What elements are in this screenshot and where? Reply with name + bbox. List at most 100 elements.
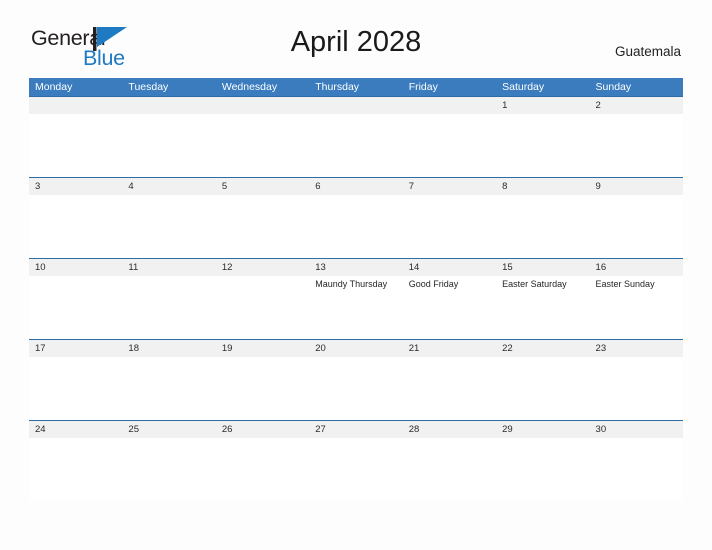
- day-number[interactable]: [122, 97, 215, 114]
- day-number[interactable]: 17: [29, 340, 122, 357]
- weekday-header-sunday: Sunday: [595, 81, 632, 93]
- day-number[interactable]: 20: [309, 340, 402, 357]
- day-events[interactable]: [122, 357, 215, 420]
- day-number[interactable]: 5: [216, 178, 309, 195]
- day-events[interactable]: Easter Sunday: [590, 276, 683, 339]
- day-events[interactable]: [29, 195, 122, 258]
- day-number[interactable]: 22: [496, 340, 589, 357]
- day-events[interactable]: [29, 357, 122, 420]
- weekday-header-wednesday: Wednesday: [221, 81, 278, 93]
- day-events[interactable]: [122, 276, 215, 339]
- day-events[interactable]: [309, 357, 402, 420]
- week-row: 24 25 26 27 28 29 30: [29, 420, 683, 501]
- day-number[interactable]: [309, 97, 402, 114]
- day-events[interactable]: [496, 438, 589, 501]
- page-title: April 2028: [290, 26, 422, 58]
- week-date-strip: 10 11 12 13 14 15 16: [29, 259, 683, 276]
- day-number[interactable]: 27: [309, 421, 402, 438]
- day-number[interactable]: 15: [496, 259, 589, 276]
- day-events[interactable]: [216, 357, 309, 420]
- page-header: General Blue April 2028 Guatemala: [0, 0, 712, 69]
- holiday-event-label: Maundy Thursday: [315, 279, 388, 289]
- day-events[interactable]: [590, 438, 683, 501]
- weekday-header-thursday: Thursday: [315, 81, 360, 93]
- day-events[interactable]: [29, 114, 122, 177]
- day-events[interactable]: [403, 114, 496, 177]
- day-events[interactable]: [590, 357, 683, 420]
- week-event-area: [29, 195, 683, 258]
- week-date-strip: 24 25 26 27 28 29 30: [29, 421, 683, 438]
- day-number[interactable]: 19: [216, 340, 309, 357]
- week-row: 17 18 19 20 21 22 23: [29, 339, 683, 420]
- day-number[interactable]: 26: [216, 421, 309, 438]
- weekday-header-row: Monday Tuesday Wednesday Thursday Friday…: [29, 78, 683, 96]
- day-events[interactable]: [403, 195, 496, 258]
- day-number[interactable]: 23: [590, 340, 683, 357]
- weekday-header-tuesday: Tuesday: [128, 81, 169, 93]
- holiday-event-label: Easter Sunday: [595, 279, 655, 289]
- country-label: Guatemala: [614, 44, 681, 59]
- day-number[interactable]: 16: [590, 259, 683, 276]
- day-events[interactable]: [216, 195, 309, 258]
- day-number[interactable]: 18: [122, 340, 215, 357]
- day-events[interactable]: [309, 114, 402, 177]
- day-events[interactable]: [590, 114, 683, 177]
- day-events[interactable]: Easter Saturday: [496, 276, 589, 339]
- day-events[interactable]: [216, 438, 309, 501]
- week-event-area: [29, 114, 683, 177]
- week-date-strip: 17 18 19 20 21 22 23: [29, 340, 683, 357]
- week-event-area: [29, 438, 683, 501]
- day-events[interactable]: [122, 438, 215, 501]
- day-number[interactable]: 10: [29, 259, 122, 276]
- day-number[interactable]: 7: [403, 178, 496, 195]
- day-number[interactable]: 28: [403, 421, 496, 438]
- day-number[interactable]: 12: [216, 259, 309, 276]
- holiday-event-label: Good Friday: [408, 279, 459, 289]
- weekday-header-friday: Friday: [408, 81, 438, 93]
- day-number[interactable]: 21: [403, 340, 496, 357]
- day-events[interactable]: Maundy Thursday: [309, 276, 402, 339]
- weekday-header-saturday: Saturday: [502, 81, 545, 93]
- day-number[interactable]: 8: [496, 178, 589, 195]
- day-events[interactable]: [216, 276, 309, 339]
- day-number[interactable]: 9: [590, 178, 683, 195]
- day-number[interactable]: 29: [496, 421, 589, 438]
- day-number[interactable]: 11: [122, 259, 215, 276]
- day-events[interactable]: [122, 195, 215, 258]
- calendar-grid: Monday Tuesday Wednesday Thursday Friday…: [29, 78, 683, 501]
- day-events[interactable]: [309, 195, 402, 258]
- day-events[interactable]: Good Friday: [403, 276, 496, 339]
- day-number[interactable]: 14: [403, 259, 496, 276]
- day-events[interactable]: [403, 438, 496, 501]
- day-number[interactable]: [29, 97, 122, 114]
- week-date-strip: 1 2: [29, 97, 683, 114]
- week-event-area: [29, 357, 683, 420]
- day-number[interactable]: 24: [29, 421, 122, 438]
- calendar-page: General Blue April 2028 Guatemala Monday…: [0, 0, 712, 550]
- day-number[interactable]: 13: [309, 259, 402, 276]
- week-date-strip: 3 4 5 6 7 8 9: [29, 178, 683, 195]
- day-number[interactable]: 30: [590, 421, 683, 438]
- day-events[interactable]: [496, 195, 589, 258]
- day-events[interactable]: [496, 114, 589, 177]
- week-event-area: Maundy Thursday Good Friday Easter Satur…: [29, 276, 683, 339]
- day-number[interactable]: 6: [309, 178, 402, 195]
- holiday-event-label: Easter Saturday: [502, 279, 567, 289]
- day-events[interactable]: [496, 357, 589, 420]
- day-events[interactable]: [590, 195, 683, 258]
- day-number[interactable]: 2: [590, 97, 683, 114]
- day-events[interactable]: [29, 276, 122, 339]
- day-number[interactable]: 1: [496, 97, 589, 114]
- week-row: 10 11 12 13 14 15 16 Maundy Thursday Goo…: [29, 258, 683, 339]
- day-events[interactable]: [403, 357, 496, 420]
- day-events[interactable]: [309, 438, 402, 501]
- day-number[interactable]: 25: [122, 421, 215, 438]
- day-number[interactable]: 3: [29, 178, 122, 195]
- day-number[interactable]: [216, 97, 309, 114]
- week-row: 3 4 5 6 7 8 9: [29, 177, 683, 258]
- day-events[interactable]: [29, 438, 122, 501]
- day-number[interactable]: [403, 97, 496, 114]
- day-events[interactable]: [122, 114, 215, 177]
- day-events[interactable]: [216, 114, 309, 177]
- day-number[interactable]: 4: [122, 178, 215, 195]
